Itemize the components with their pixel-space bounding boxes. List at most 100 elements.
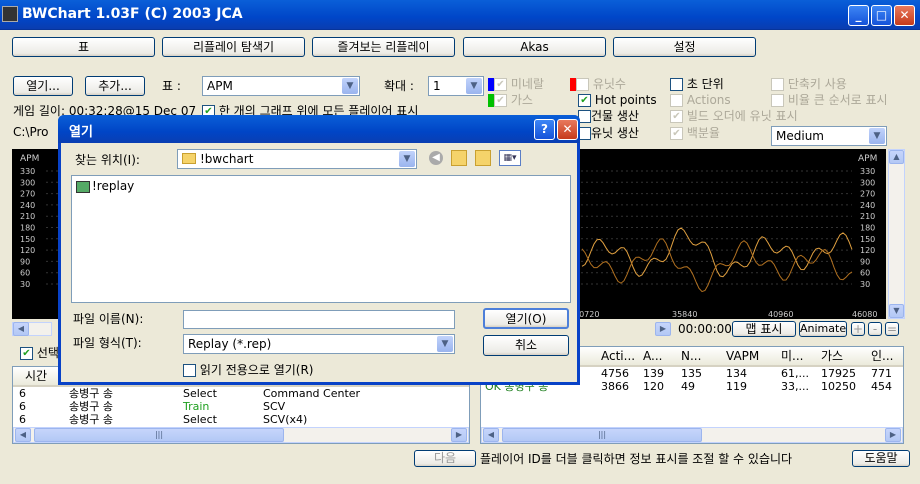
option-building-prod[interactable]: 건물 생산 bbox=[578, 109, 639, 123]
left-tick-label: 300 bbox=[20, 178, 35, 187]
option-minerals[interactable]: ✔ 미네랄 bbox=[488, 77, 544, 91]
option-gas[interactable]: ✔ 가스 bbox=[488, 93, 533, 107]
scroll-up-icon[interactable]: ▲ bbox=[889, 150, 904, 164]
gas-checkbox[interactable]: ✔ bbox=[494, 94, 507, 107]
stats-cell: 134 bbox=[726, 367, 747, 380]
option-units[interactable]: 유닛수 bbox=[570, 77, 626, 91]
hotpoints-checkbox[interactable]: ✔ bbox=[578, 94, 591, 107]
tab-replay-explorer[interactable]: 리플레이 탐색기 bbox=[162, 37, 305, 57]
new-folder-icon[interactable] bbox=[475, 150, 491, 166]
back-icon[interactable]: ◀ bbox=[429, 151, 443, 165]
action-list-hscroll[interactable]: ◀ ||| ▶ bbox=[13, 427, 469, 443]
stats-column-header[interactable]: 인... bbox=[871, 347, 893, 365]
stats-cell: 771 bbox=[871, 367, 892, 380]
replay-file-icon bbox=[76, 180, 90, 193]
action-row[interactable]: 6 송병구 송 Train SCV bbox=[13, 400, 469, 413]
select-checkbox[interactable]: ✔ bbox=[20, 347, 33, 360]
animate-button[interactable]: Animate bbox=[799, 321, 847, 337]
tab-table[interactable]: 표 bbox=[12, 37, 155, 57]
left-tick-label: 30 bbox=[20, 280, 30, 289]
stats-cell: 3866 bbox=[601, 380, 629, 393]
scroll-left-icon[interactable]: ◀ bbox=[483, 428, 499, 442]
option-percent[interactable]: ✔ 백분율 bbox=[670, 126, 720, 140]
chart-hscroll[interactable]: ◀ bbox=[12, 322, 52, 336]
minerals-checkbox[interactable]: ✔ bbox=[494, 78, 507, 91]
file-list[interactable]: !replay bbox=[71, 175, 571, 303]
zoom-select[interactable]: 1 ▼ bbox=[428, 76, 484, 96]
help-button[interactable]: 도움말 bbox=[852, 450, 910, 467]
action-row[interactable]: 6 송병구 송 Select Command Center bbox=[13, 387, 469, 400]
seconds-checkbox[interactable] bbox=[670, 78, 683, 91]
actions-checkbox[interactable] bbox=[670, 94, 683, 107]
up-folder-icon[interactable] bbox=[451, 150, 467, 166]
option-hotpoints[interactable]: ✔ Hot points bbox=[578, 93, 657, 107]
open-dialog: 열기 ? ✕ 찾는 위치(I): !bwchart ▼ ◀ ▦▾ !replay… bbox=[58, 115, 580, 385]
player-stats-hscroll[interactable]: ◀ ||| ▶ bbox=[481, 427, 903, 443]
option-build-order-units[interactable]: ✔ 빌드 오더에 유닛 표시 bbox=[670, 109, 798, 123]
action-time: 6 bbox=[19, 400, 26, 413]
zoom-out-button[interactable]: - bbox=[868, 322, 882, 336]
scroll-left-icon[interactable]: ◀ bbox=[15, 428, 31, 442]
stats-column-header[interactable]: A... bbox=[643, 347, 662, 365]
smoothing-select-value: Medium bbox=[776, 129, 824, 143]
open-button[interactable]: 열기... bbox=[13, 76, 73, 96]
option-unit-prod[interactable]: 유닛 생산 bbox=[578, 126, 639, 140]
help-icon[interactable]: ? bbox=[534, 119, 555, 140]
x-tick-label: 40960 bbox=[768, 310, 793, 319]
stats-column-header[interactable]: 가스 bbox=[821, 347, 843, 365]
stats-cell: 139 bbox=[643, 367, 664, 380]
stats-column-header[interactable]: 미... bbox=[781, 347, 803, 365]
dialog-open-button[interactable]: 열기(O) bbox=[483, 308, 569, 329]
select-option[interactable]: ✔ 선택 bbox=[20, 346, 59, 360]
minimize-button[interactable]: _ bbox=[848, 5, 869, 26]
look-in-select[interactable]: !bwchart ▼ bbox=[177, 149, 417, 169]
scroll-right-icon[interactable]: ▶ bbox=[451, 428, 467, 442]
readonly-option[interactable]: 읽기 전용으로 열기(R) bbox=[183, 363, 313, 377]
filename-input[interactable] bbox=[183, 310, 455, 329]
maximize-button[interactable]: □ bbox=[871, 5, 892, 26]
units-checkbox[interactable] bbox=[576, 78, 589, 91]
stats-column-header[interactable]: VAPM bbox=[726, 347, 759, 365]
zoom-in-button[interactable]: + bbox=[851, 322, 865, 336]
readonly-checkbox[interactable] bbox=[183, 364, 196, 377]
next-button[interactable]: 다음 bbox=[414, 450, 476, 467]
option-ratio-sort[interactable]: 비율 큰 순서로 표시 bbox=[771, 93, 888, 107]
view-menu-icon[interactable]: ▦▾ bbox=[499, 150, 521, 166]
stats-column-header[interactable]: N... bbox=[681, 347, 701, 365]
scroll-down-icon[interactable]: ▼ bbox=[889, 304, 904, 318]
hotkey-use-label: 단축키 사용 bbox=[787, 77, 847, 91]
stats-column-header[interactable]: Acti... bbox=[601, 347, 635, 365]
option-actions[interactable]: Actions bbox=[670, 93, 731, 107]
scroll-left-icon[interactable]: ◀ bbox=[13, 322, 29, 336]
col-time[interactable]: 시간 bbox=[25, 369, 47, 383]
tab-favorite-replays[interactable]: 즐겨보는 리플레이 bbox=[312, 37, 455, 57]
scroll-right-icon[interactable]: ▶ bbox=[885, 428, 901, 442]
tab-settings[interactable]: 설정 bbox=[613, 37, 756, 57]
build-order-units-checkbox[interactable]: ✔ bbox=[670, 110, 683, 123]
replay-path: C:\Pro bbox=[13, 125, 49, 139]
hotkey-use-checkbox[interactable] bbox=[771, 78, 784, 91]
ratio-sort-checkbox[interactable] bbox=[771, 94, 784, 107]
percent-checkbox[interactable]: ✔ bbox=[670, 127, 683, 140]
option-hotkey-use[interactable]: 단축키 사용 bbox=[771, 77, 847, 91]
file-item[interactable]: !replay bbox=[72, 176, 570, 193]
close-icon[interactable]: ✕ bbox=[557, 119, 578, 140]
table-select[interactable]: APM ▼ bbox=[202, 76, 360, 96]
action-rows: 6 송병구 송 Select Command Center 6 송병구 송 Train SCV… bbox=[13, 387, 469, 426]
add-button[interactable]: 추가... bbox=[85, 76, 145, 96]
build-order-units-label: 빌드 오더에 유닛 표시 bbox=[686, 109, 798, 123]
scroll-thumb[interactable]: ||| bbox=[502, 428, 702, 442]
tab-akas[interactable]: Akas bbox=[463, 37, 606, 57]
smoothing-select[interactable]: Medium ▼ bbox=[771, 126, 887, 146]
dialog-cancel-button[interactable]: 취소 bbox=[483, 335, 569, 356]
zoom-reset-button[interactable]: = bbox=[885, 322, 899, 336]
option-seconds[interactable]: 초 단위 bbox=[670, 77, 724, 91]
map-show-button[interactable]: 맵 표시 bbox=[732, 321, 796, 337]
chart-vscroll[interactable]: ▲ ▼ bbox=[888, 149, 905, 319]
close-button[interactable]: ✕ bbox=[894, 5, 915, 26]
action-row[interactable]: 6 송병구 송 Select SCV(x4) bbox=[13, 413, 469, 426]
filetype-select[interactable]: Replay (*.rep) ▼ bbox=[183, 334, 455, 354]
open-dialog-title: 열기 bbox=[69, 125, 93, 140]
scroll-thumb[interactable]: ||| bbox=[34, 428, 284, 442]
scroll-right-icon[interactable]: ▶ bbox=[655, 322, 671, 336]
